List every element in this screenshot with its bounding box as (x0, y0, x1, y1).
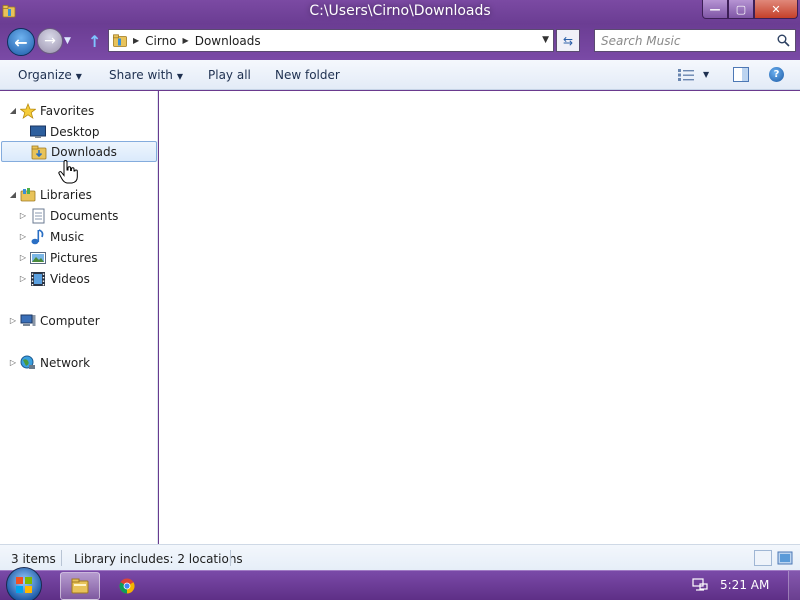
recent-pages-dropdown-icon[interactable]: ▼ (64, 36, 71, 46)
preview-pane-icon[interactable] (733, 67, 749, 82)
star-icon (20, 102, 36, 119)
chevron-down-icon: ▼ (75, 72, 82, 81)
tree-item-documents[interactable]: ▷ Documents (18, 205, 118, 226)
minimize-button[interactable]: — (702, 0, 728, 19)
address-dropdown-icon[interactable]: ▼ (542, 35, 549, 45)
taskbar-clock[interactable]: 5:21 AM (720, 578, 769, 592)
back-arrow-icon: ← (14, 32, 28, 52)
play-all-button[interactable]: Play all (208, 68, 251, 82)
expand-arrow-icon[interactable]: ▷ (8, 316, 18, 325)
taskbar: 5:21 AM (0, 567, 800, 600)
breadcrumb-chevron-icon[interactable]: ▶ (183, 36, 189, 45)
address-bar[interactable]: ▶ Cirno ▶ Downloads ▼ (108, 29, 554, 52)
chevron-down-icon: ▼ (176, 72, 184, 81)
up-arrow-icon[interactable]: ↑ (88, 32, 101, 51)
close-button[interactable]: ✕ (754, 0, 798, 19)
hand-cursor-icon (58, 160, 78, 184)
expand-arrow-icon[interactable]: ▷ (18, 232, 28, 241)
network-globe-icon (20, 355, 35, 369)
tree-network[interactable]: ▷ Network (8, 352, 90, 373)
windows-logo-icon (16, 577, 32, 593)
tree-label: Downloads (51, 144, 117, 159)
change-view-icon[interactable] (678, 69, 694, 81)
downloads-folder-icon (31, 145, 47, 159)
file-list-area[interactable] (159, 91, 800, 544)
collapse-arrow-icon[interactable]: ◢ (8, 190, 18, 199)
search-icon[interactable] (777, 34, 790, 47)
expand-arrow-icon[interactable]: ▷ (8, 358, 18, 367)
large-icons-view-icon[interactable] (777, 551, 793, 565)
start-button[interactable] (6, 567, 42, 600)
tree-item-pictures[interactable]: ▷ Pictures (18, 247, 98, 268)
refresh-icon: ⇆ (562, 33, 574, 48)
help-icon[interactable]: ? (769, 67, 784, 82)
status-divider (61, 550, 62, 566)
breadcrumb-downloads[interactable]: Downloads (195, 34, 261, 48)
new-folder-button[interactable]: New folder (275, 68, 340, 82)
tree-libraries[interactable]: ◢ Libraries (8, 184, 92, 205)
videos-filmstrip-icon (31, 271, 45, 286)
tree-favorites[interactable]: ◢ Favorites (8, 100, 94, 121)
tree-label: Videos (50, 271, 90, 286)
expand-arrow-icon[interactable]: ▷ (18, 253, 28, 262)
tree-label: Libraries (40, 187, 92, 202)
forward-button[interactable]: → (37, 28, 63, 54)
window-title: C:\Users\Cirno\Downloads (309, 3, 491, 19)
music-note-icon (31, 228, 44, 244)
window-controls: — ▢ ✕ (702, 0, 798, 19)
tree-label: Favorites (40, 103, 95, 118)
navigation-pane[interactable]: ◢ Favorites Desktop Downloads ◢ Librarie… (0, 91, 158, 544)
item-count: 3 items (11, 552, 56, 566)
chrome-icon (119, 578, 135, 594)
breadcrumb-cirno[interactable]: Cirno (145, 34, 176, 48)
documents-icon (32, 208, 45, 223)
tree-item-videos[interactable]: ▷ Videos (18, 268, 90, 289)
show-desktop-button[interactable] (788, 571, 800, 600)
refresh-button[interactable]: ⇆ (556, 29, 580, 52)
explorer-icon (71, 578, 89, 594)
tree-label: Computer (40, 313, 100, 328)
status-divider (230, 550, 231, 566)
tree-item-desktop[interactable]: Desktop (28, 121, 100, 142)
back-button[interactable]: ← (7, 28, 35, 56)
taskbar-chrome-button[interactable] (107, 572, 147, 600)
status-bar: 3 items Library includes: 2 locations (0, 544, 800, 570)
tree-item-downloads[interactable]: Downloads (1, 141, 157, 162)
taskbar-explorer-button[interactable] (60, 572, 100, 600)
share-with-button[interactable]: Share with ▼ (109, 68, 183, 82)
command-bar: Organize ▼ Share with ▼ Play all New folde… (0, 60, 800, 90)
tree-label: Desktop (50, 124, 100, 139)
breadcrumb-chevron-icon[interactable]: ▶ (133, 36, 139, 45)
library-folder-icon (113, 34, 127, 47)
share-with-label: Share with (109, 68, 173, 82)
tree-label: Pictures (50, 250, 98, 265)
details-view-icon[interactable] (754, 550, 772, 566)
tree-label: Music (50, 229, 85, 244)
desktop-icon (30, 125, 46, 138)
search-box[interactable] (594, 29, 796, 52)
computer-icon (20, 314, 36, 326)
maximize-button[interactable]: ▢ (728, 0, 754, 19)
tree-label: Documents (50, 208, 119, 223)
collapse-arrow-icon[interactable]: ◢ (8, 106, 18, 115)
expand-arrow-icon[interactable]: ▷ (18, 274, 28, 283)
search-input[interactable] (601, 30, 771, 51)
organize-label: Organize (18, 68, 72, 82)
tree-label: Network (40, 355, 91, 370)
title-bar[interactable]: C:\Users\Cirno\Downloads — ▢ ✕ (0, 0, 800, 24)
pictures-icon (30, 251, 46, 264)
library-locations-link[interactable]: Library includes: 2 locations (74, 552, 243, 566)
view-options-dropdown-icon[interactable]: ▼ (703, 70, 709, 79)
tree-computer[interactable]: ▷ Computer (8, 310, 100, 331)
libraries-icon (20, 187, 36, 201)
forward-arrow-icon: → (44, 33, 56, 49)
network-tray-icon[interactable] (692, 578, 708, 593)
expand-arrow-icon[interactable]: ▷ (18, 211, 28, 220)
navigation-bar: ← → ▼ ↑ ▶ Cirno ▶ Downloads ▼ ⇆ (0, 24, 800, 60)
organize-button[interactable]: Organize ▼ (18, 68, 82, 82)
tree-item-music[interactable]: ▷ Music (18, 226, 84, 247)
